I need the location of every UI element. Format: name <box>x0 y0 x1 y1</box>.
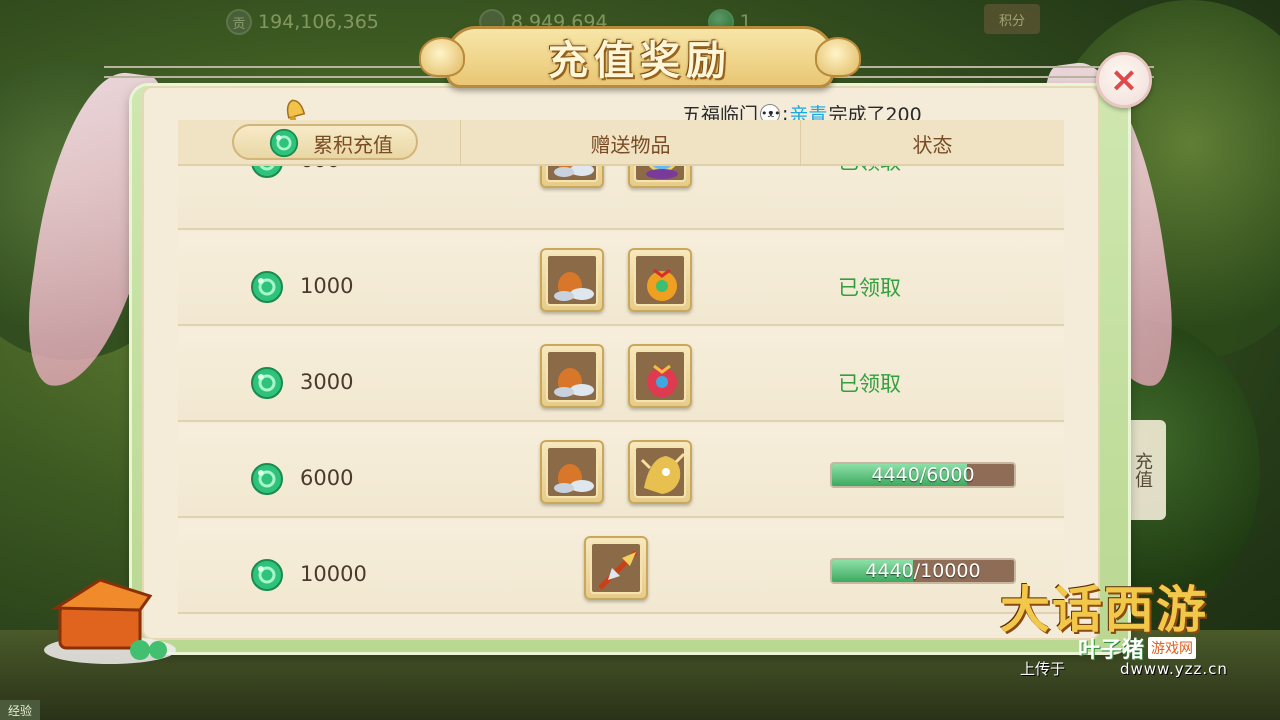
golden-dragon-icon[interactable] <box>628 440 692 504</box>
header-cumulative-inner: 累积充值 <box>245 128 393 158</box>
silver-ingot-bag-icon[interactable] <box>540 248 604 312</box>
contribution-icon: 贡 <box>226 9 252 35</box>
recharge-amount: 3000 <box>300 370 354 394</box>
table-row: 600 已领取 <box>178 166 1064 230</box>
recharge-amount: 1000 <box>300 274 354 298</box>
uploader-url: dwww.yzz.cn <box>1120 660 1228 678</box>
close-icon: × <box>1109 60 1139 100</box>
table-row: 10000 4440/10000 <box>178 520 1064 614</box>
table-row: 3000 已领取 <box>178 328 1064 422</box>
score-button[interactable]: 积分 <box>984 4 1040 34</box>
recharge-amount: 600 <box>300 166 340 172</box>
recharge-amount: 6000 <box>300 466 354 490</box>
jade-icon <box>269 128 299 158</box>
jade-icon <box>251 463 283 495</box>
silver-ingot-bag-icon[interactable] <box>540 166 604 188</box>
status-claimed: 已领取 <box>838 166 901 176</box>
header-status: 状态 <box>800 120 1064 166</box>
treasure-chest-icon[interactable] <box>40 570 180 666</box>
progress-text: 4440/6000 <box>871 464 975 486</box>
header-cumulative-label: 累积充值 <box>313 132 393 157</box>
status-claimed: 已领取 <box>838 372 901 396</box>
reward-table-body[interactable]: 600 已领取 1000 已领取 3000 <box>178 166 1064 620</box>
halberd-weapon-icon[interactable] <box>584 536 648 600</box>
progress-bar: 4440/10000 <box>830 558 1016 584</box>
crystal-ball-icon[interactable] <box>628 166 692 188</box>
reward-table-header: 累积充值 赠送物品 状态 <box>178 120 1064 166</box>
table-row: 1000 已领取 <box>178 232 1064 326</box>
silver-ingot-bag-icon[interactable] <box>540 344 604 408</box>
progress-bar: 4440/6000 <box>830 462 1016 488</box>
jade-icon <box>251 166 283 178</box>
recharge-amount: 10000 <box>300 562 367 586</box>
silver-ingot-bag-icon[interactable] <box>540 440 604 504</box>
jade-icon <box>251 367 283 399</box>
cloud-ornament-icon <box>419 37 465 77</box>
jade-icon <box>251 559 283 591</box>
modal-title: 充值奖励 <box>548 37 732 84</box>
close-button[interactable]: × <box>1096 52 1152 108</box>
red-lucky-bag-icon[interactable] <box>628 344 692 408</box>
uploader-label: 上传于 <box>1020 660 1066 678</box>
resource-contribution: 贡 194,106,365 <box>226 9 379 35</box>
title-plaque: 充值奖励 <box>419 26 861 88</box>
table-row: 6000 4440/6000 <box>178 424 1064 518</box>
progress-text: 4440/10000 <box>865 560 981 582</box>
jade-icon <box>251 271 283 303</box>
watermark-box: 游戏网 <box>1148 637 1197 659</box>
header-gifts: 赠送物品 <box>460 120 800 166</box>
resource-value: 194,106,365 <box>258 11 379 33</box>
lucky-bag-icon[interactable] <box>628 248 692 312</box>
exp-label: 经验 <box>0 700 40 720</box>
header-cumulative: 累积充值 <box>178 120 460 166</box>
status-claimed: 已领取 <box>838 276 901 300</box>
cloud-ornament-icon <box>815 37 861 77</box>
